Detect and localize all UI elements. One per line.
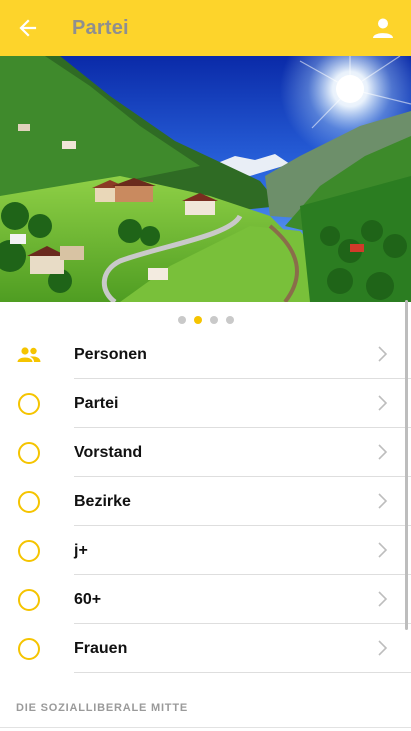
circle-outline-icon [17, 392, 41, 416]
hero-image[interactable] [0, 56, 411, 302]
scrollbar[interactable] [405, 300, 408, 630]
app-bar: Partei [0, 0, 411, 56]
circle-outline-icon [17, 588, 41, 612]
arrow-left-icon [19, 19, 37, 37]
menu-list: Personen Partei Vorstand Bezirke j+ 60+ … [0, 330, 411, 673]
chevron-right-icon [378, 591, 388, 607]
menu-item-60plus[interactable]: 60+ [0, 575, 411, 624]
menu-item-label: Frauen [74, 640, 128, 657]
back-button[interactable] [12, 12, 44, 44]
chevron-right-icon [378, 395, 388, 411]
circle-outline-icon [17, 637, 41, 661]
menu-item-vorstand[interactable]: Vorstand [0, 428, 411, 477]
page-title: Partei [72, 17, 129, 39]
section-heading: DIE SOZIALLIBERALE MITTE [16, 702, 188, 714]
menu-item-jplus[interactable]: j+ [0, 526, 411, 575]
menu-item-label: 60+ [74, 591, 102, 608]
menu-item-bezirke[interactable]: Bezirke [0, 477, 411, 526]
menu-item-label: Personen [74, 346, 147, 363]
menu-item-label: j+ [74, 542, 88, 559]
carousel-dot-2[interactable] [193, 316, 202, 324]
carousel-indicator [0, 316, 411, 326]
carousel-dot-3[interactable] [209, 316, 218, 324]
circle-outline-icon [17, 539, 41, 563]
menu-item-personen[interactable]: Personen [0, 330, 411, 379]
circle-outline-icon [17, 490, 41, 514]
divider [74, 672, 411, 673]
chevron-right-icon [378, 640, 388, 656]
carousel-dot-4[interactable] [225, 316, 234, 324]
chevron-right-icon [378, 542, 388, 558]
divider [0, 727, 411, 728]
chevron-right-icon [378, 444, 388, 460]
menu-item-partei[interactable]: Partei [0, 379, 411, 428]
account-button[interactable] [369, 14, 397, 42]
carousel-dot-1[interactable] [177, 316, 186, 324]
chevron-right-icon [378, 493, 388, 509]
person-icon [373, 18, 393, 38]
alpine-valley-photo [0, 56, 411, 302]
menu-item-frauen[interactable]: Frauen [0, 624, 411, 673]
circle-outline-icon [17, 441, 41, 465]
menu-item-label: Vorstand [74, 444, 143, 461]
menu-item-label: Partei [74, 395, 119, 412]
chevron-right-icon [378, 346, 388, 362]
people-icon [17, 343, 41, 367]
menu-item-label: Bezirke [74, 493, 131, 510]
